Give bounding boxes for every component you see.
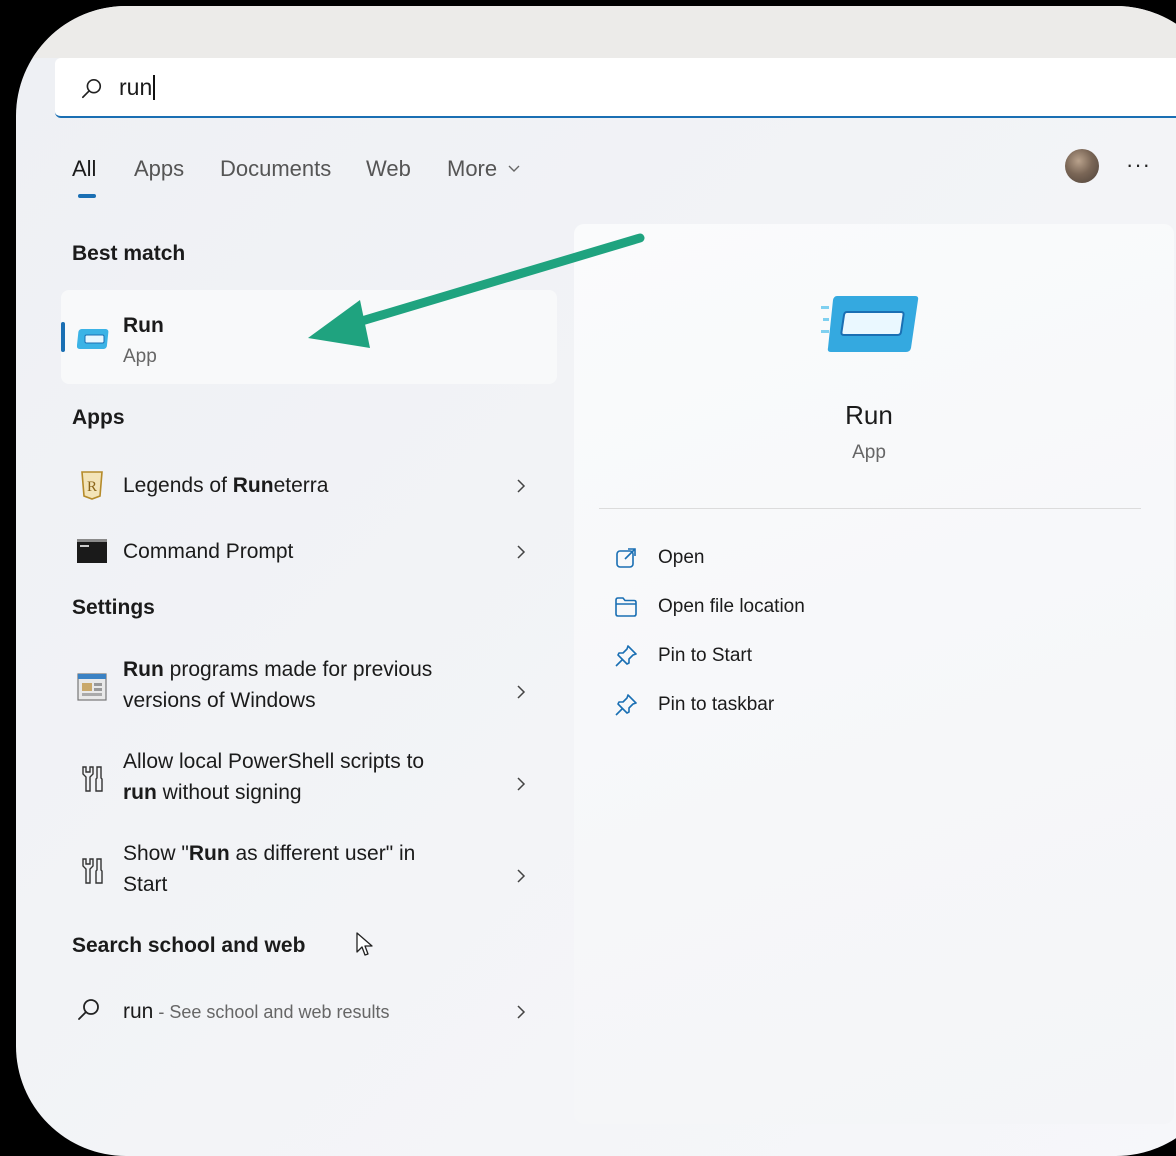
compatibility-icon (77, 672, 107, 702)
folder-icon (615, 597, 637, 617)
developer-tools-icon (77, 764, 107, 794)
chevron-right-icon (517, 777, 526, 791)
settings-item-label: Run programs made for previous versions … (123, 658, 433, 712)
preview-pane: Run App Open Open file location Pin to S… (574, 224, 1174, 1124)
settings-item-label: Show "Run as different user" in Start (123, 842, 416, 896)
tab-documents[interactable]: Documents (220, 156, 331, 182)
action-label: Pin to taskbar (658, 694, 775, 715)
settings-item-run-programs[interactable]: Run programs made for previous versions … (61, 654, 557, 726)
preview-app-type: App (852, 442, 886, 463)
web-search-label: run - See school and web results (123, 1000, 390, 1023)
runeterra-icon: R (77, 470, 107, 500)
tab-active-indicator (78, 194, 96, 198)
tab-apps[interactable]: Apps (134, 156, 184, 182)
top-band (16, 6, 1176, 58)
avatar[interactable] (1065, 149, 1099, 183)
section-search-web: Search school and web (72, 934, 306, 957)
run-app-icon (77, 329, 109, 349)
chevron-right-icon (517, 479, 526, 493)
command-prompt-icon (77, 536, 107, 566)
section-best-match: Best match (72, 242, 186, 265)
app-item-label: Command Prompt (123, 540, 294, 563)
settings-item-label: Allow local PowerShell scripts to run wi… (123, 750, 425, 804)
selection-indicator (61, 322, 65, 352)
tab-all[interactable]: All (72, 156, 96, 198)
mouse-cursor-icon (356, 932, 373, 956)
run-app-icon (821, 296, 919, 352)
search-icon (78, 999, 99, 1020)
more-options-button[interactable]: ··· (1126, 152, 1151, 178)
search-icon (82, 79, 102, 99)
chevron-right-icon (517, 545, 526, 559)
tab-more[interactable]: More (447, 156, 521, 182)
chevron-down-icon (508, 165, 520, 172)
search-box[interactable]: run (55, 58, 1176, 118)
svg-text:R: R (87, 479, 97, 495)
app-item-label: Legends of Runeterra (123, 474, 329, 497)
chevron-right-icon (517, 685, 526, 699)
action-label: Open file location (658, 596, 805, 617)
best-match-name: Run (123, 314, 164, 337)
app-item-command-prompt[interactable]: Command Prompt (61, 530, 557, 574)
app-item-legends-of-runeterra[interactable]: R Legends of Runeterra (61, 464, 557, 508)
divider (599, 508, 1141, 509)
section-apps: Apps (72, 406, 125, 429)
developer-tools-icon (77, 856, 107, 886)
action-label: Pin to Start (658, 645, 752, 666)
best-match-run[interactable]: Run App (61, 290, 557, 384)
preview-app-name: Run (845, 400, 893, 430)
settings-item-run-as-different-user[interactable]: Show "Run as different user" in Start (61, 838, 557, 910)
section-settings: Settings (72, 596, 155, 619)
chevron-right-icon (517, 1005, 526, 1019)
action-label: Open (658, 547, 705, 568)
text-caret (153, 75, 155, 100)
best-match-type: App (123, 346, 157, 367)
search-input[interactable]: run (119, 74, 155, 101)
web-search-result[interactable]: run - See school and web results (61, 992, 557, 1032)
open-external-icon (616, 548, 636, 568)
pin-icon (615, 645, 637, 667)
start-search-panel: run All Apps Documents Web More ··· Best… (16, 6, 1176, 1156)
tab-web[interactable]: Web (366, 156, 411, 182)
chevron-right-icon (517, 869, 526, 883)
settings-item-powershell[interactable]: Allow local PowerShell scripts to run wi… (61, 746, 557, 818)
pin-icon (615, 694, 637, 716)
